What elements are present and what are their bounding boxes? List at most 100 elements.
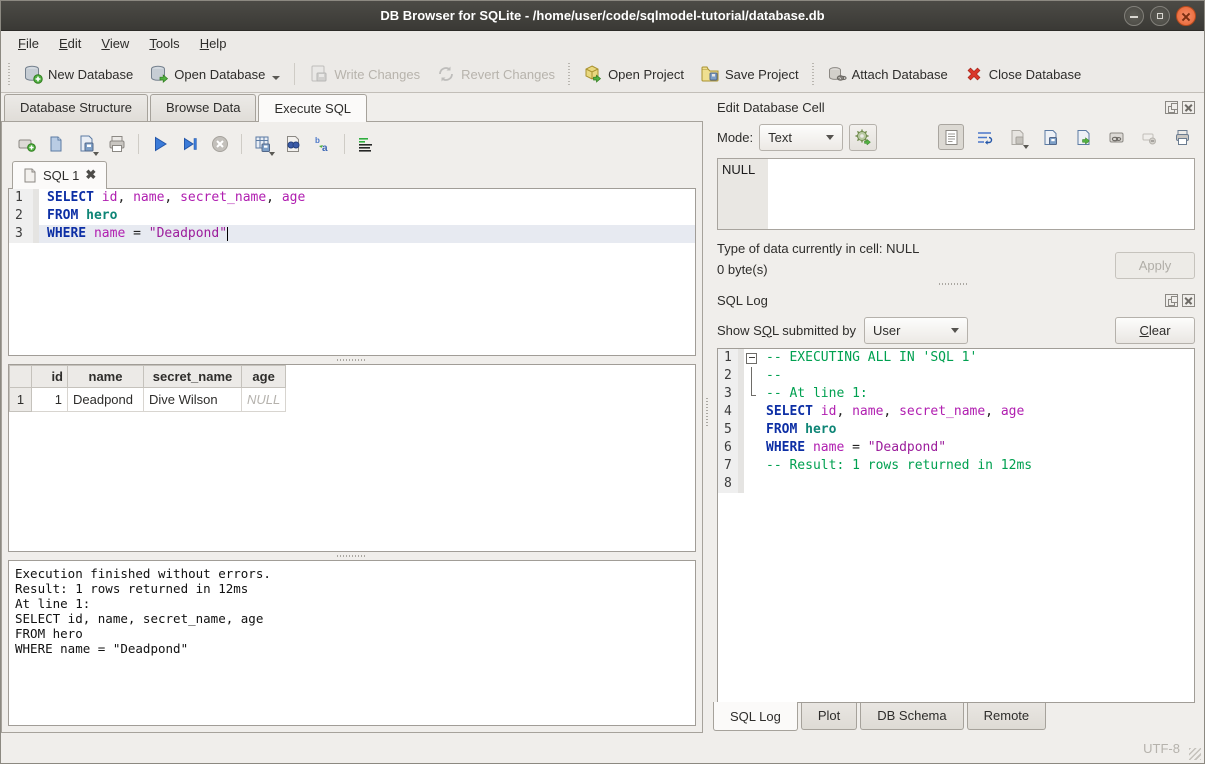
fold-marker-icon[interactable] [744, 349, 758, 367]
edit-cell-float-icon[interactable] [1165, 101, 1178, 114]
save-sql-file-button[interactable] [74, 131, 100, 157]
close-button[interactable] [1176, 6, 1196, 26]
find-in-sql-icon [283, 134, 303, 154]
open-database-icon [149, 64, 169, 84]
word-wrap-button[interactable] [971, 124, 997, 150]
svg-text:a: a [322, 143, 328, 154]
print-cell-button[interactable] [1169, 124, 1195, 150]
print-sql-button[interactable] [104, 131, 130, 157]
export-cell-button[interactable] [1070, 124, 1096, 150]
mode-select[interactable]: Text [759, 124, 843, 151]
chevron-down-icon [951, 328, 959, 333]
sql-editor[interactable]: 1SELECT id, name, secret_name, age2FROM … [8, 188, 696, 356]
open-sql-file-button[interactable] [44, 131, 70, 157]
row-number[interactable]: 1 [10, 388, 32, 412]
save-project-button[interactable]: Save Project [692, 59, 807, 89]
cell-log-splitter[interactable] [713, 280, 1195, 288]
print-cell-icon [1174, 129, 1191, 146]
execute-current-line-button[interactable] [177, 131, 203, 157]
save-sql-dropdown-icon[interactable] [93, 152, 99, 156]
open-database-button[interactable]: Open Database [141, 59, 288, 89]
stop-button[interactable] [207, 131, 233, 157]
results-log-splitter[interactable] [8, 552, 696, 560]
sql-tab-close-icon[interactable]: ✖ [85, 167, 96, 183]
code-line: 1-- EXECUTING ALL IN 'SQL 1' [718, 349, 1194, 367]
save-results-button[interactable] [250, 131, 276, 157]
text-mode-button[interactable] [938, 124, 964, 150]
right-pane: Edit Database Cell Mode: Text [711, 93, 1204, 733]
line-number: 8 [718, 475, 744, 493]
toolbar-drag-handle[interactable] [810, 63, 816, 85]
maximize-button[interactable] [1150, 6, 1170, 26]
format-sql-icon [356, 134, 376, 154]
column-header-secret_name[interactable]: secret_name [144, 366, 242, 388]
sql-log-close-icon[interactable] [1182, 294, 1195, 307]
main-toolbar: New Database Open Database Write Changes… [1, 56, 1204, 93]
edit-cell-close-icon[interactable] [1182, 101, 1195, 114]
execute-all-button[interactable] [147, 131, 173, 157]
attach-database-button[interactable]: Attach Database [819, 59, 956, 89]
menu-edit[interactable]: Edit [50, 33, 90, 54]
column-header-age[interactable]: age [242, 366, 286, 388]
tab-remote[interactable]: Remote [967, 703, 1047, 730]
table-cell[interactable]: Deadpond [68, 388, 144, 412]
editor-results-splitter[interactable] [8, 356, 696, 364]
replace-button[interactable]: ba [310, 131, 336, 157]
tab-plot[interactable]: Plot [801, 703, 857, 730]
table-cell[interactable]: 1 [32, 388, 68, 412]
tab-execute-sql[interactable]: Execute SQL [258, 94, 367, 122]
apply-button[interactable]: Apply [1115, 252, 1195, 279]
resize-grip[interactable] [1189, 748, 1201, 760]
revert-changes-button[interactable]: Revert Changes [428, 59, 563, 89]
apply-mode-button[interactable] [849, 124, 877, 151]
sql-file-tab[interactable]: SQL 1 ✖ [12, 161, 107, 189]
table-cell[interactable]: NULL [242, 388, 286, 412]
tab-sql-log[interactable]: SQL Log [713, 702, 798, 731]
menu-help[interactable]: Help [191, 33, 236, 54]
revert-changes-icon [436, 64, 456, 84]
encoding-label: UTF-8 [1143, 741, 1180, 756]
fold-guide [744, 385, 758, 403]
tab-db-schema[interactable]: DB Schema [860, 703, 963, 730]
menu-view[interactable]: View [92, 33, 138, 54]
clear-button[interactable]: Clear [1115, 317, 1195, 344]
code-text: SELECT id, name, secret_name, age [39, 189, 695, 207]
execution-status: Execution finished without errors. Resul… [8, 560, 696, 726]
filter-label: Show SQL submitted by [717, 323, 856, 338]
line-number: 7 [718, 457, 744, 475]
format-sql-button[interactable] [353, 131, 379, 157]
save-cell-button[interactable] [1004, 124, 1030, 150]
save-results-dropdown-icon[interactable] [269, 152, 275, 156]
write-changes-button[interactable]: Write Changes [301, 59, 428, 89]
column-header-id[interactable]: id [32, 366, 68, 388]
close-database-button[interactable]: Close Database [956, 59, 1090, 89]
results-table: idnamesecret_nameage11DeadpondDive Wilso… [9, 365, 286, 412]
submitted-by-select[interactable]: User [864, 317, 968, 344]
set-null-button[interactable] [1136, 124, 1162, 150]
titlebar[interactable]: DB Browser for SQLite - /home/user/code/… [1, 1, 1204, 31]
table-row[interactable]: 11DeadpondDive WilsonNULL [10, 388, 286, 412]
cell-type-info: Type of data currently in cell: NULL [717, 238, 919, 259]
toolbar-drag-handle[interactable] [6, 63, 12, 85]
open-in-external-button[interactable] [1103, 124, 1129, 150]
tab-database-structure[interactable]: Database Structure [4, 94, 148, 121]
minimize-button[interactable] [1124, 6, 1144, 26]
column-header-name[interactable]: name [68, 366, 144, 388]
table-cell[interactable]: Dive Wilson [144, 388, 242, 412]
results-grid[interactable]: idnamesecret_nameage11DeadpondDive Wilso… [8, 364, 696, 552]
toolbar-drag-handle[interactable] [566, 63, 572, 85]
menu-tools[interactable]: Tools [140, 33, 188, 54]
new-sql-tab-button[interactable] [14, 131, 40, 157]
new-database-button[interactable]: New Database [15, 59, 141, 89]
tab-browse-data[interactable]: Browse Data [150, 94, 256, 121]
line-number: 6 [718, 439, 744, 457]
cell-value-editor[interactable]: NULL [717, 158, 1195, 230]
open-project-button[interactable]: Open Project [575, 59, 692, 89]
find-button[interactable] [280, 131, 306, 157]
open-database-dropdown-icon[interactable] [272, 76, 280, 80]
menu-file[interactable]: File [9, 33, 48, 54]
sql-log-float-icon[interactable] [1165, 294, 1178, 307]
vertical-splitter[interactable] [703, 93, 711, 733]
sql-log-view[interactable]: 1-- EXECUTING ALL IN 'SQL 1'2--3-- At li… [717, 348, 1195, 703]
import-cell-button[interactable] [1037, 124, 1063, 150]
